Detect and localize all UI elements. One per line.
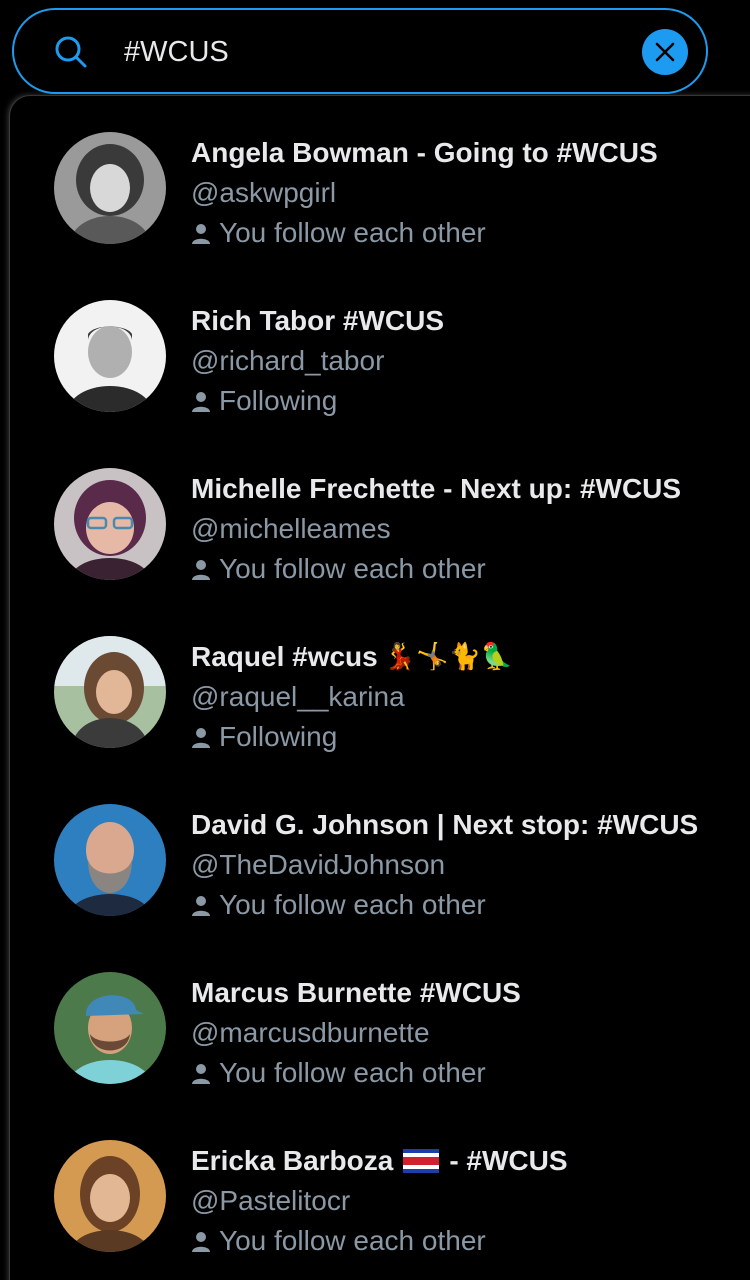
search-input[interactable] <box>124 30 624 74</box>
person-icon <box>192 1064 210 1084</box>
relationship-status: You follow each other <box>191 888 750 922</box>
result-item[interactable]: Marcus Burnette #WCUS @marcusdburnette Y… <box>10 936 750 1104</box>
clear-search-button[interactable] <box>642 29 688 75</box>
result-item[interactable]: Rich Tabor #WCUS @richard_tabor Followin… <box>10 264 750 432</box>
relationship-status: Following <box>191 720 750 754</box>
close-icon <box>655 42 675 62</box>
search-bar[interactable] <box>12 8 708 94</box>
display-name: Ericka Barboza - #WCUS <box>191 1145 568 1176</box>
relationship-status: You follow each other <box>191 552 750 586</box>
avatar <box>54 636 166 748</box>
display-name: Raquel #wcus 💃🤸🐈🦜 <box>191 641 514 672</box>
person-icon <box>192 224 210 244</box>
display-name: Marcus Burnette #WCUS <box>191 977 521 1008</box>
avatar <box>54 804 166 916</box>
display-name: Rich Tabor #WCUS <box>191 305 445 336</box>
display-name: Angela Bowman - Going to #WCUS <box>191 137 658 168</box>
search-page: Angela Bowman - Going to #WCUS @askwpgir… <box>0 0 750 1280</box>
user-handle: @marcusdburnette <box>191 1017 430 1048</box>
user-handle: @raquel__karina <box>191 681 405 712</box>
result-item[interactable]: David G. Johnson | Next stop: #WCUS @The… <box>10 768 750 936</box>
relationship-status: You follow each other <box>191 1056 750 1090</box>
name-emoji: 💃🤸🐈🦜 <box>383 642 514 672</box>
user-handle: @richard_tabor <box>191 345 385 376</box>
avatar <box>54 972 166 1084</box>
person-icon <box>192 896 210 916</box>
relationship-status: You follow each other <box>191 1224 750 1258</box>
user-handle: @Pastelitocr <box>191 1185 351 1216</box>
person-icon <box>192 728 210 748</box>
display-name: Michelle Frechette - Next up: #WCUS <box>191 473 682 504</box>
result-item[interactable]: Angela Bowman - Going to #WCUS @askwpgir… <box>10 96 750 264</box>
display-name: David G. Johnson | Next stop: #WCUS <box>191 809 699 840</box>
user-handle: @TheDavidJohnson <box>191 849 446 880</box>
search-icon <box>55 36 87 68</box>
avatar <box>54 300 166 412</box>
user-handle: @askwpgirl <box>191 177 337 208</box>
user-handle: @michelleames <box>191 513 391 544</box>
costa-rica-flag-icon <box>403 1149 440 1173</box>
person-icon <box>192 392 210 412</box>
avatar <box>54 1140 166 1252</box>
result-item[interactable]: Raquel #wcus 💃🤸🐈🦜 @raquel__karina Follow… <box>10 600 750 768</box>
avatar <box>54 468 166 580</box>
person-icon <box>192 1232 210 1252</box>
relationship-status: You follow each other <box>191 216 750 250</box>
result-item[interactable]: Ericka Barboza - #WCUS @Pastelitocr You … <box>10 1104 750 1272</box>
person-icon <box>192 560 210 580</box>
relationship-status: Following <box>191 384 750 418</box>
avatar <box>54 132 166 244</box>
search-results-dropdown: Angela Bowman - Going to #WCUS @askwpgir… <box>10 96 750 1280</box>
result-item[interactable]: Michelle Frechette - Next up: #WCUS @mic… <box>10 432 750 600</box>
